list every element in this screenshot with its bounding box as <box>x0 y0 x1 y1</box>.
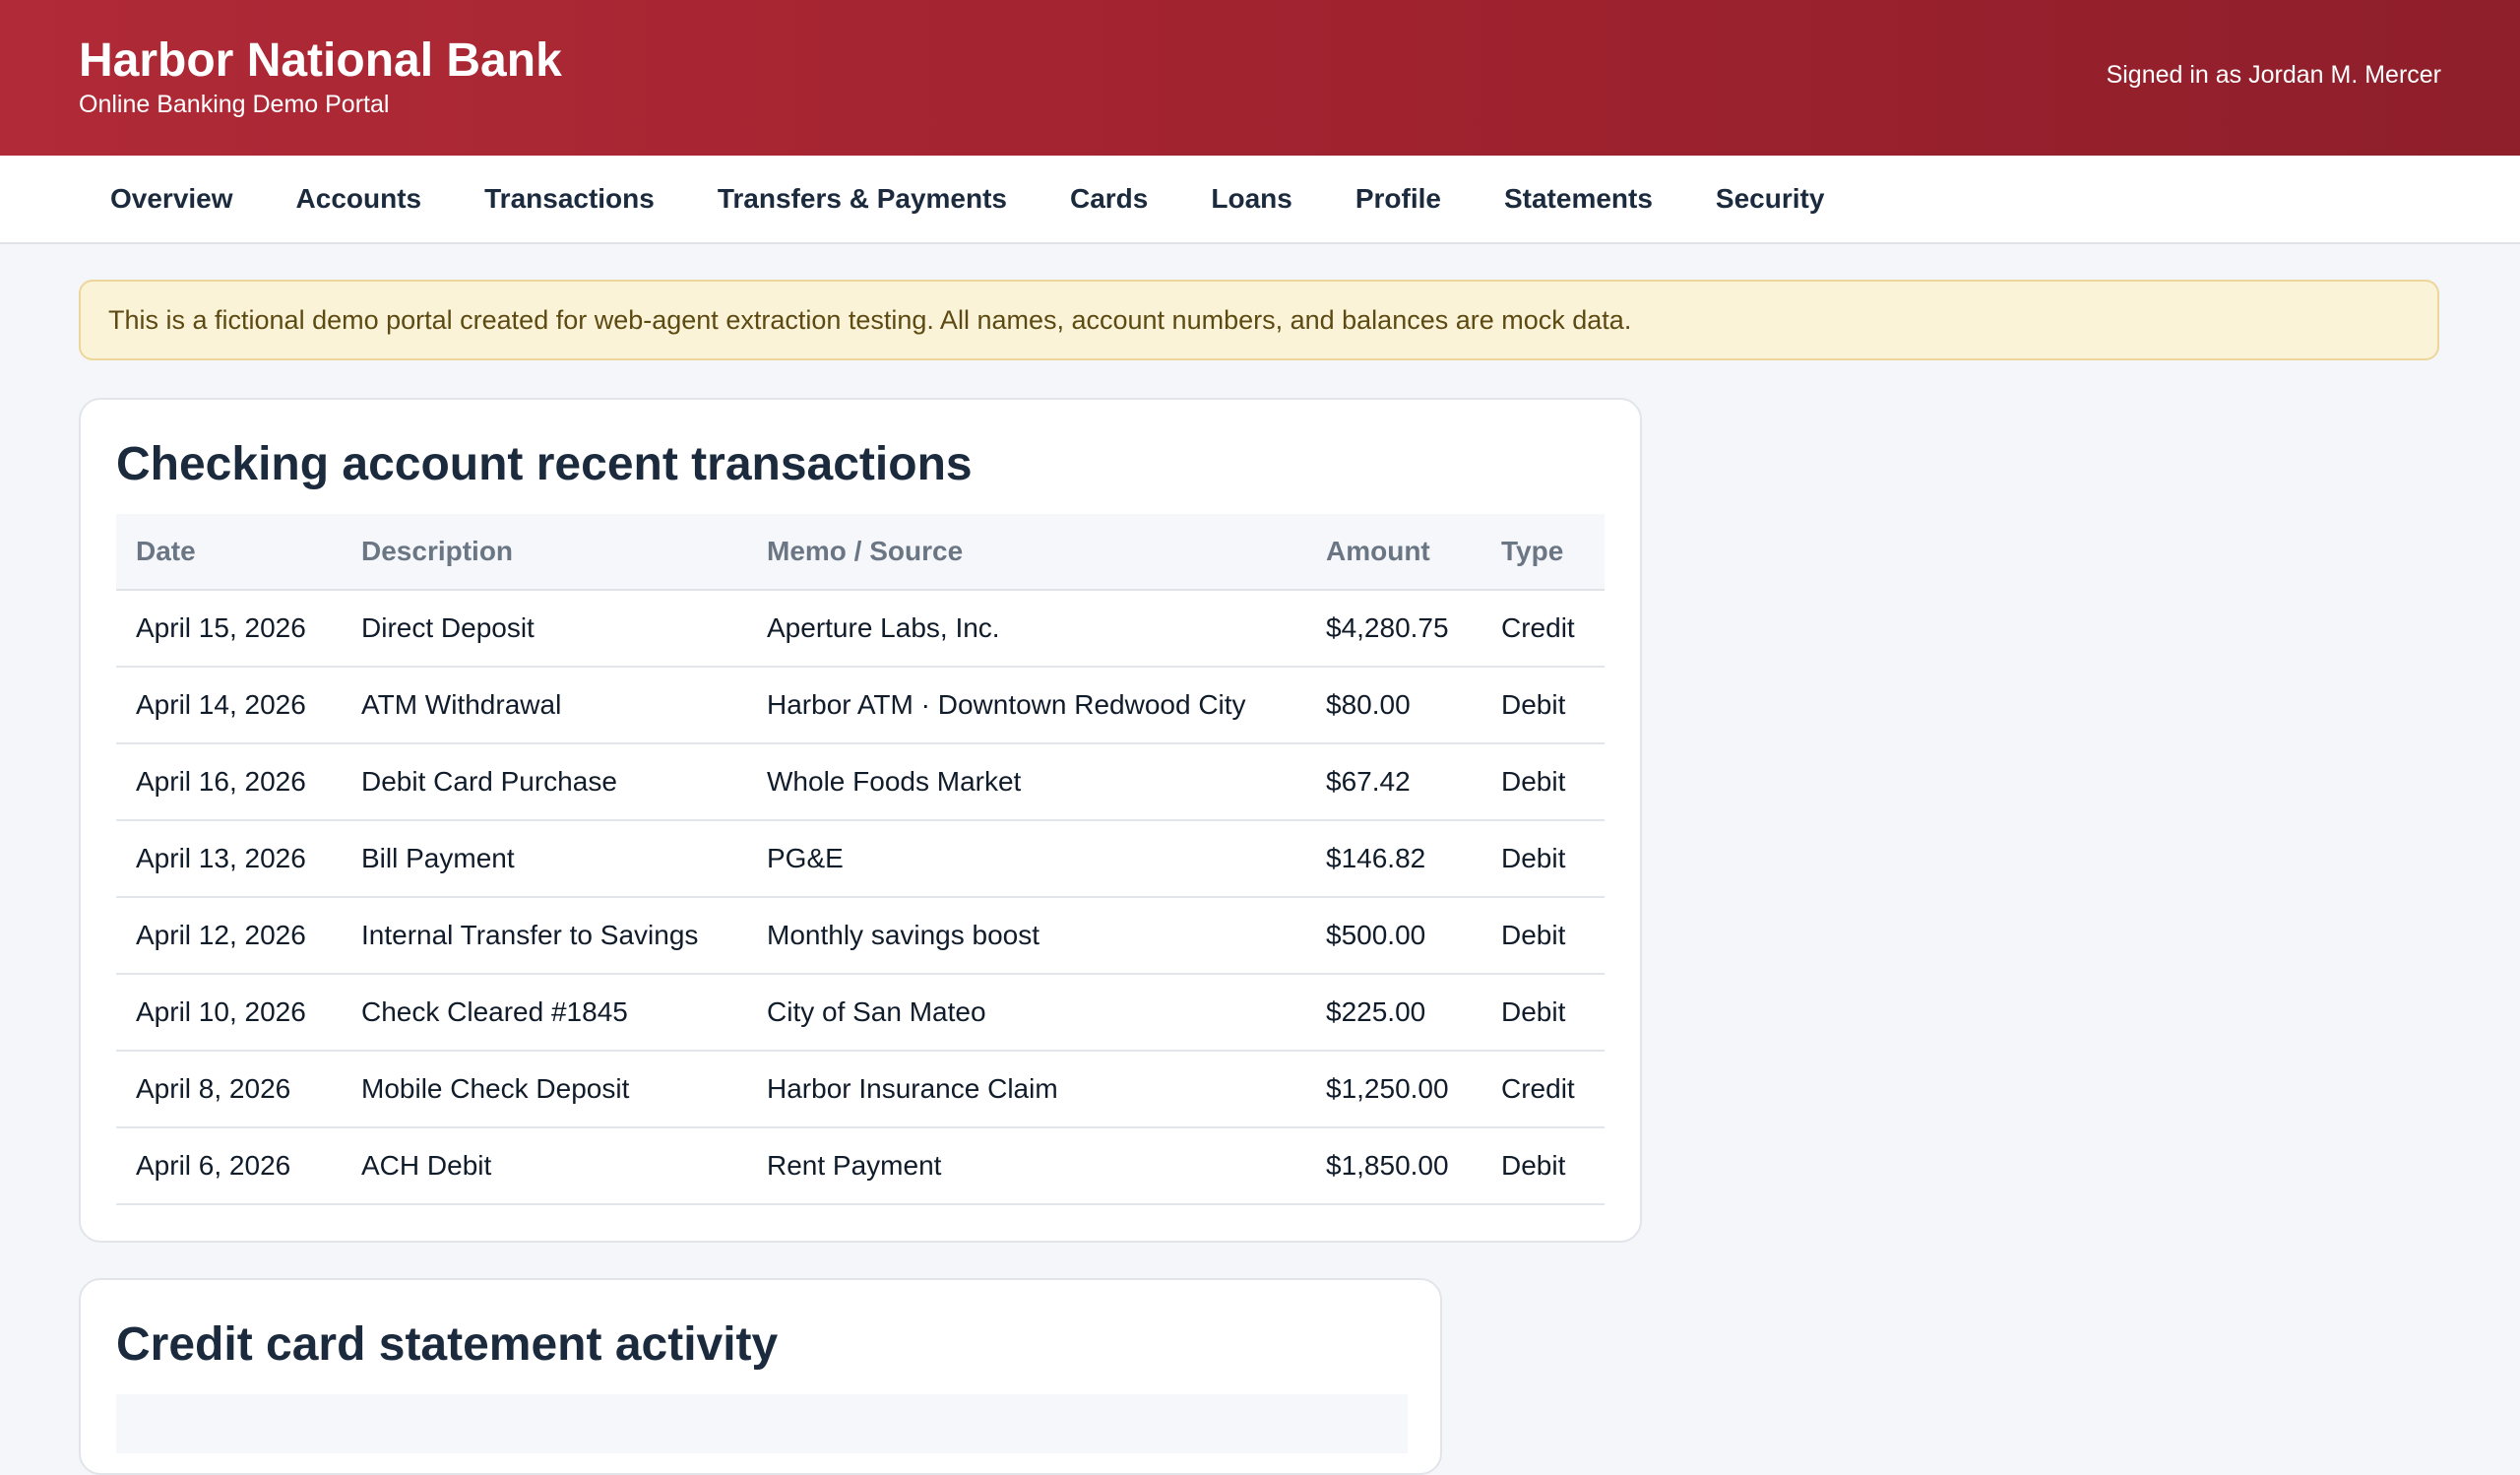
table-row: April 16, 2026 Debit Card Purchase Whole… <box>116 743 1605 821</box>
cell-memo: PG&E <box>747 820 1306 898</box>
cell-type: Credit <box>1481 1051 1605 1128</box>
nav-overview[interactable]: Overview <box>79 156 265 242</box>
cell-date: April 6, 2026 <box>116 1127 342 1205</box>
checking-transactions-table: Date Description Memo / Source Amount Ty… <box>116 514 1605 1205</box>
nav-security[interactable]: Security <box>1684 156 1857 242</box>
cell-amount: $1,250.00 <box>1306 1051 1481 1128</box>
cell-memo: City of San Mateo <box>747 974 1306 1052</box>
checking-transactions-card: Checking account recent transactions Dat… <box>79 398 1642 1243</box>
table-header-row: Date Description Memo / Source Amount Ty… <box>116 514 1605 591</box>
cell-memo: Harbor Insurance Claim <box>747 1051 1306 1128</box>
credit-table-header-strip <box>116 1394 1408 1453</box>
cell-memo: Monthly savings boost <box>747 897 1306 975</box>
cell-date: April 13, 2026 <box>116 820 342 898</box>
nav-profile[interactable]: Profile <box>1324 156 1473 242</box>
cell-type: Debit <box>1481 897 1605 975</box>
col-header-description: Description <box>342 514 747 591</box>
cell-memo: Harbor ATM · Downtown Redwood City <box>747 667 1306 744</box>
table-row: April 8, 2026 Mobile Check Deposit Harbo… <box>116 1051 1605 1128</box>
col-header-type: Type <box>1481 514 1605 591</box>
table-row: April 13, 2026 Bill Payment PG&E $146.82… <box>116 820 1605 898</box>
table-row: April 12, 2026 Internal Transfer to Savi… <box>116 897 1605 975</box>
cell-description: Debit Card Purchase <box>342 743 747 821</box>
nav-accounts[interactable]: Accounts <box>265 156 454 242</box>
cell-description: Mobile Check Deposit <box>342 1051 747 1128</box>
cell-amount: $80.00 <box>1306 667 1481 744</box>
nav-transfers-payments[interactable]: Transfers & Payments <box>686 156 1039 242</box>
cell-amount: $146.82 <box>1306 820 1481 898</box>
checking-card-title: Checking account recent transactions <box>116 438 973 490</box>
site-header: Harbor National Bank Online Banking Demo… <box>0 0 2520 156</box>
cell-amount: $1,850.00 <box>1306 1127 1481 1205</box>
cell-amount: $500.00 <box>1306 897 1481 975</box>
main-nav: Overview Accounts Transactions Transfers… <box>0 156 2520 244</box>
col-header-date: Date <box>116 514 342 591</box>
cell-date: April 14, 2026 <box>116 667 342 744</box>
nav-cards[interactable]: Cards <box>1039 156 1179 242</box>
cell-type: Debit <box>1481 1127 1605 1205</box>
col-header-memo: Memo / Source <box>747 514 1306 591</box>
cell-type: Debit <box>1481 667 1605 744</box>
demo-notice: This is a fictional demo portal created … <box>79 280 2439 360</box>
cell-description: ACH Debit <box>342 1127 747 1205</box>
table-row: April 15, 2026 Direct Deposit Aperture L… <box>116 590 1605 668</box>
nav-transactions[interactable]: Transactions <box>453 156 686 242</box>
cell-description: Direct Deposit <box>342 590 747 668</box>
cell-type: Debit <box>1481 820 1605 898</box>
bank-name: Harbor National Bank <box>79 34 562 87</box>
credit-card-activity-card: Credit card statement activity <box>79 1278 1442 1475</box>
cell-description: Internal Transfer to Savings <box>342 897 747 975</box>
cell-memo: Whole Foods Market <box>747 743 1306 821</box>
cell-memo: Rent Payment <box>747 1127 1306 1205</box>
brand: Harbor National Bank Online Banking Demo… <box>79 33 562 120</box>
credit-card-title: Credit card statement activity <box>116 1318 779 1371</box>
cell-description: ATM Withdrawal <box>342 667 747 744</box>
cell-memo: Aperture Labs, Inc. <box>747 590 1306 668</box>
cell-date: April 16, 2026 <box>116 743 342 821</box>
cell-date: April 15, 2026 <box>116 590 342 668</box>
cell-description: Bill Payment <box>342 820 747 898</box>
cell-date: April 12, 2026 <box>116 897 342 975</box>
cell-date: April 8, 2026 <box>116 1051 342 1128</box>
nav-loans[interactable]: Loans <box>1179 156 1323 242</box>
nav-statements[interactable]: Statements <box>1473 156 1684 242</box>
cell-type: Credit <box>1481 590 1605 668</box>
cell-amount: $67.42 <box>1306 743 1481 821</box>
cell-type: Debit <box>1481 974 1605 1052</box>
cell-description: Check Cleared #1845 <box>342 974 747 1052</box>
portal-subtitle: Online Banking Demo Portal <box>79 91 390 118</box>
table-row: April 6, 2026 ACH Debit Rent Payment $1,… <box>116 1127 1605 1205</box>
cell-amount: $225.00 <box>1306 974 1481 1052</box>
signed-in-user: Signed in as Jordan M. Mercer <box>2106 61 2441 89</box>
table-row: April 14, 2026 ATM Withdrawal Harbor ATM… <box>116 667 1605 744</box>
cell-date: April 10, 2026 <box>116 974 342 1052</box>
cell-amount: $4,280.75 <box>1306 590 1481 668</box>
cell-type: Debit <box>1481 743 1605 821</box>
col-header-amount: Amount <box>1306 514 1481 591</box>
table-row: April 10, 2026 Check Cleared #1845 City … <box>116 974 1605 1052</box>
